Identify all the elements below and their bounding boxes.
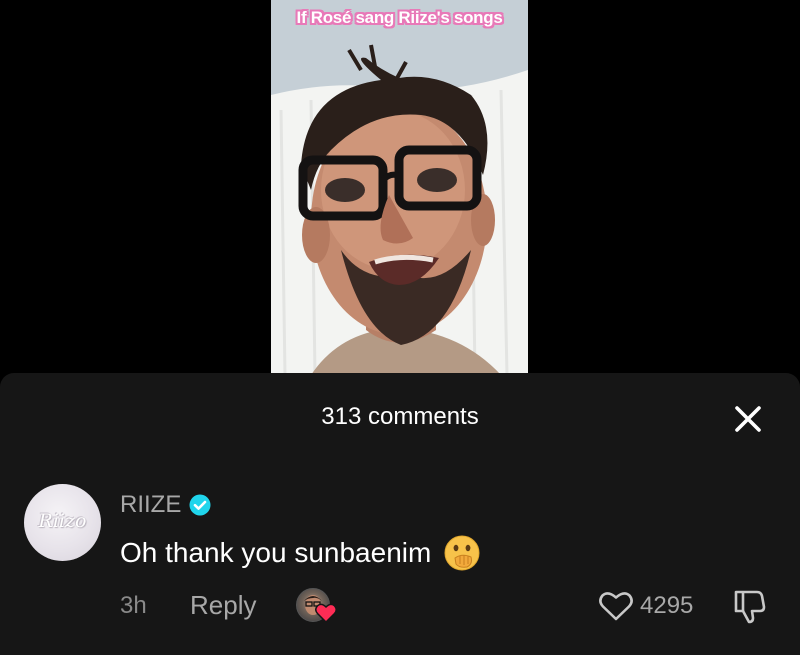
- like-count: 4295: [640, 592, 694, 619]
- hand-over-mouth-emoji-icon: [444, 535, 480, 571]
- comment-username[interactable]: RIIZE: [120, 491, 181, 519]
- video-frame[interactable]: If Rosé sang Riize's songs: [271, 0, 528, 375]
- comment-text-row: Oh thank you sunbaenim: [120, 534, 481, 572]
- comment-time: 3h: [120, 592, 147, 619]
- comments-count: 313 comments: [321, 403, 479, 430]
- video-caption: If Rosé sang Riize's songs: [296, 8, 503, 27]
- reply-button[interactable]: Reply: [190, 590, 256, 621]
- close-button[interactable]: [728, 399, 768, 439]
- comment-text: Oh thank you sunbaenim: [120, 537, 432, 568]
- comment-meta-row: 3h Reply 4295: [120, 588, 780, 624]
- thumbs-down-icon: [734, 590, 766, 624]
- comments-sheet: 313 comments Riizo RIIZE Oh thank you su…: [0, 373, 800, 655]
- comments-header: 313 comments: [0, 373, 800, 463]
- creator-liked-heart-icon: [315, 603, 337, 623]
- verified-badge-icon: [189, 494, 211, 516]
- video-thumbnail: [271, 0, 528, 375]
- username-row: RIIZE: [120, 488, 211, 522]
- comment-item: Riizo RIIZE Oh thank you sunbaenim 3h Re…: [0, 478, 800, 648]
- avatar[interactable]: Riizo: [24, 484, 101, 561]
- like-button[interactable]: 4295: [598, 588, 693, 624]
- video-player[interactable]: If Rosé sang Riize's songs: [0, 0, 800, 375]
- liked-by-creator-indicator: [296, 588, 342, 626]
- close-icon: [735, 406, 761, 432]
- dislike-button[interactable]: [732, 588, 766, 624]
- heart-outline-icon: [599, 592, 633, 621]
- avatar-logo: Riizo: [38, 510, 87, 532]
